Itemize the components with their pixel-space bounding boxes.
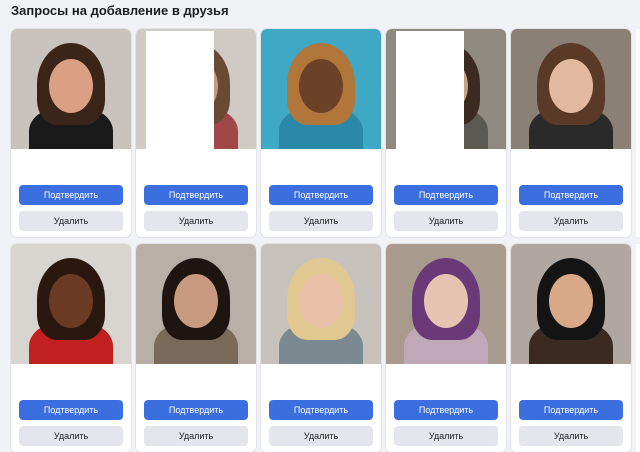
confirm-button[interactable]: Подтвердить	[144, 185, 248, 205]
delete-button[interactable]: Удалить	[394, 211, 498, 231]
friend-request-card: Подтвердить Удалить	[386, 244, 506, 452]
profile-photo[interactable]	[511, 29, 631, 149]
requester-name[interactable]	[269, 155, 373, 169]
profile-photo[interactable]	[136, 244, 256, 364]
requester-name[interactable]	[269, 370, 373, 384]
profile-photo[interactable]	[261, 29, 381, 149]
delete-button[interactable]: Удалить	[519, 211, 623, 231]
requester-name[interactable]	[394, 370, 498, 384]
confirm-button[interactable]: Подтвердить	[19, 185, 123, 205]
confirm-button[interactable]: Подтвердить	[519, 185, 623, 205]
confirm-button[interactable]: Подтвердить	[19, 400, 123, 420]
partial-card-edge	[636, 244, 640, 452]
delete-button[interactable]: Удалить	[519, 426, 623, 446]
profile-photo[interactable]	[11, 244, 131, 364]
profile-photo[interactable]	[386, 244, 506, 364]
requester-name[interactable]	[144, 155, 248, 169]
profile-photo[interactable]	[511, 244, 631, 364]
profile-photo[interactable]	[261, 244, 381, 364]
friend-request-card: Подтвердить Удалить	[11, 244, 131, 452]
requester-name[interactable]	[519, 370, 623, 384]
profile-photo[interactable]	[386, 29, 506, 149]
delete-button[interactable]: Удалить	[19, 426, 123, 446]
censor-block	[146, 31, 214, 149]
friend-request-card: Подтвердить Удалить	[511, 29, 631, 237]
friend-request-card: Подтвердить Удалить	[511, 244, 631, 452]
confirm-button[interactable]: Подтвердить	[394, 400, 498, 420]
friend-request-card: Подтвердить Удалить	[136, 29, 256, 237]
confirm-button[interactable]: Подтвердить	[394, 185, 498, 205]
requester-name[interactable]	[19, 155, 123, 169]
requester-name[interactable]	[19, 370, 123, 384]
partial-card-edge	[636, 29, 640, 237]
confirm-button[interactable]: Подтвердить	[144, 400, 248, 420]
delete-button[interactable]: Удалить	[144, 211, 248, 231]
delete-button[interactable]: Удалить	[19, 211, 123, 231]
profile-photo[interactable]	[11, 29, 131, 149]
delete-button[interactable]: Удалить	[269, 211, 373, 231]
confirm-button[interactable]: Подтвердить	[269, 185, 373, 205]
delete-button[interactable]: Удалить	[144, 426, 248, 446]
delete-button[interactable]: Удалить	[269, 426, 373, 446]
requester-name[interactable]	[519, 155, 623, 169]
friend-requests-grid: Подтвердить Удалить Подтвердить Удалить	[0, 0, 640, 452]
delete-button[interactable]: Удалить	[394, 426, 498, 446]
confirm-button[interactable]: Подтвердить	[519, 400, 623, 420]
requester-name[interactable]	[144, 370, 248, 384]
friend-request-card: Подтвердить Удалить	[261, 29, 381, 237]
friend-request-card: Подтвердить Удалить	[11, 29, 131, 237]
friend-request-card: Подтвердить Удалить	[261, 244, 381, 452]
profile-photo[interactable]	[136, 29, 256, 149]
friend-request-card: Подтвердить Удалить	[136, 244, 256, 452]
friend-request-card: Подтвердить Удалить	[386, 29, 506, 237]
confirm-button[interactable]: Подтвердить	[269, 400, 373, 420]
censor-block	[396, 31, 464, 149]
requester-name[interactable]	[394, 155, 498, 169]
